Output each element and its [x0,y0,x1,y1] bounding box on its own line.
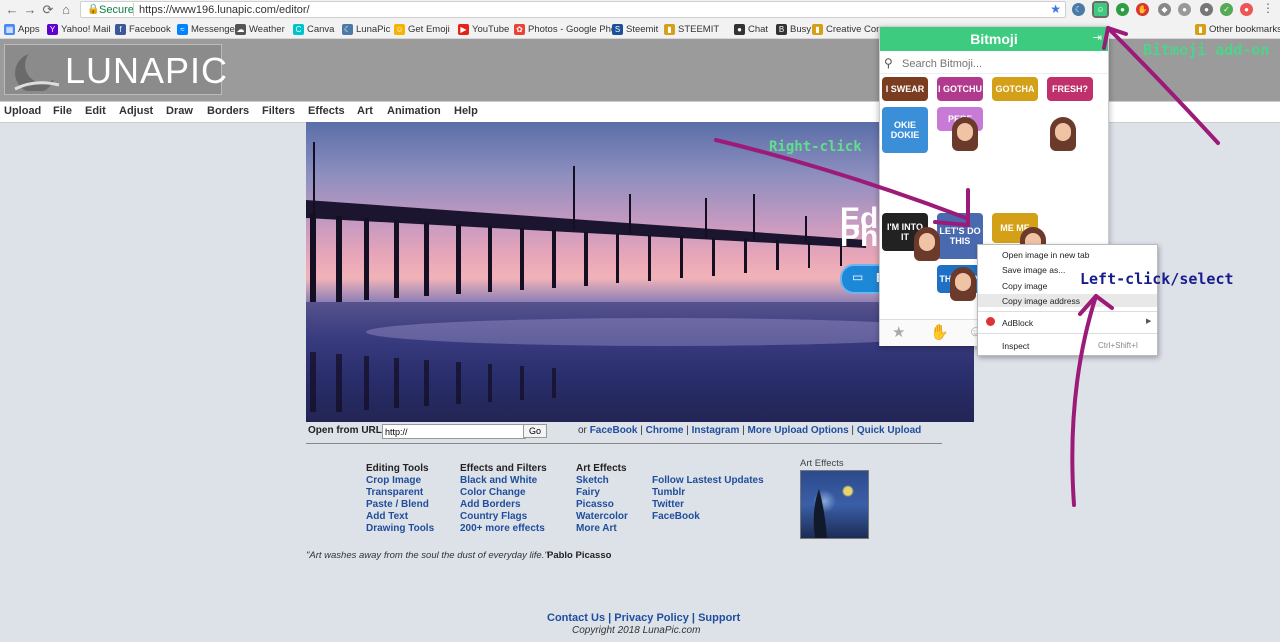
annotation-right-click: Right-click [769,139,862,155]
arrowhead [1078,294,1114,316]
annotation-overlay [714,26,1220,507]
arrow-left-click [1070,294,1098,507]
annotation-left-click: Left-click/select [1080,270,1234,288]
annotation-bitmoji-addon: Bitmoji add-on [1143,41,1270,59]
